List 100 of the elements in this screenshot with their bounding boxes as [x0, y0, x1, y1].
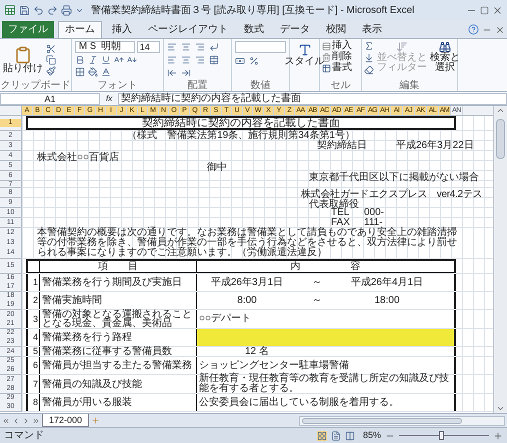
contact-label: TEL — [331, 208, 350, 218]
sheet-tab[interactable]: 172-000 — [42, 414, 90, 427]
delete-button[interactable]: 削除 — [322, 52, 359, 62]
page-layout-view-icon[interactable] — [330, 430, 341, 440]
sum-icon[interactable] — [364, 41, 374, 51]
merge-icon[interactable] — [209, 55, 219, 65]
redo-icon[interactable] — [47, 4, 58, 16]
scroll-down-icon[interactable] — [496, 404, 505, 413]
text-style-icon — [298, 43, 312, 57]
insert-function-button[interactable]: fx — [100, 92, 118, 104]
group-label: フォント — [96, 80, 138, 91]
align-right-icon[interactable] — [195, 55, 205, 65]
ribbon-tab[interactable]: 表示 — [356, 21, 388, 38]
insert-rows-icon — [322, 42, 331, 50]
save-icon[interactable] — [19, 4, 30, 16]
borders-icon[interactable] — [75, 67, 85, 77]
formula-field[interactable]: 契約締結時に契約の内容を記載した書面 — [118, 92, 507, 104]
group-label: 編集 — [398, 80, 420, 91]
ribbon-tab[interactable]: 数式 — [238, 21, 270, 38]
zoom-slider-thumb[interactable] — [439, 431, 444, 440]
print-icon[interactable] — [61, 4, 72, 16]
previous-sheet-icon[interactable] — [12, 416, 20, 424]
decrease-indent-icon[interactable] — [167, 68, 177, 78]
cut-icon[interactable] — [46, 44, 56, 54]
scroll-up-icon[interactable] — [496, 106, 505, 115]
font-name-field[interactable]: ＭＳ 明朝 — [75, 41, 135, 53]
close-workbook-icon[interactable] — [495, 24, 505, 34]
table-cell-text: 平成26年4月1日 — [350, 278, 424, 288]
table-cell: 5 — [28, 347, 40, 356]
client-name: 株式会社○○百貨店 — [37, 152, 120, 162]
format-painter-icon[interactable] — [46, 66, 56, 76]
vertical-scrollbar[interactable] — [493, 106, 507, 413]
increase-indent-icon[interactable] — [181, 68, 191, 78]
excel-icon[interactable] — [4, 4, 16, 16]
format-button[interactable]: 書式 — [322, 63, 359, 73]
address: 東京都千代田区以下に掲載がない場合 — [309, 172, 479, 182]
font-color-icon[interactable] — [101, 67, 111, 77]
table-cell: 4 — [28, 329, 40, 346]
table-cell-text: 新任教育・現任教育等の教育を受講し所定の知識及び技能を有する者とする。 — [198, 374, 450, 394]
table-cell-text: 12 名 — [244, 346, 270, 356]
ribbon-tab[interactable]: ホーム — [58, 21, 102, 38]
insert-button[interactable]: 挿入 — [322, 41, 359, 51]
ribbon-tab[interactable]: 校閲 — [320, 21, 352, 38]
grow-font-icon[interactable] — [114, 55, 124, 65]
close-icon[interactable] — [492, 4, 503, 16]
group-label: 配置 — [186, 80, 208, 91]
maximize-icon[interactable] — [480, 6, 489, 14]
horizontal-scrollbar[interactable] — [299, 416, 505, 426]
find-select-button[interactable]: 検索と 選択 — [430, 41, 460, 75]
table-cell: 3 — [28, 310, 40, 328]
table-icon — [322, 64, 331, 72]
last-sheet-icon[interactable] — [32, 416, 40, 424]
group-label: セル — [330, 80, 352, 91]
scroll-thumb[interactable] — [302, 418, 462, 424]
undo-icon[interactable] — [33, 4, 44, 16]
contact-label: FAX — [331, 218, 351, 228]
table-cell-text: ～ — [311, 296, 323, 306]
wrap-text-icon[interactable] — [209, 42, 219, 52]
first-sheet-icon[interactable] — [2, 416, 10, 424]
table-cell-text: ～ — [311, 278, 323, 288]
zoom-level[interactable]: 85% — [362, 431, 381, 440]
name-box[interactable]: A1 — [0, 92, 100, 104]
page-break-view-icon[interactable] — [344, 430, 355, 440]
zoom-in-icon[interactable] — [493, 430, 503, 440]
ribbon-tab[interactable]: 挿入 — [106, 21, 138, 38]
shrink-font-icon[interactable] — [127, 55, 137, 65]
paste-button[interactable]: 貼り付け — [3, 46, 43, 74]
contact-value: 111- — [364, 218, 383, 228]
underline-icon[interactable] — [101, 55, 111, 65]
align-left-icon[interactable] — [167, 55, 177, 65]
group-label: クリップボード — [0, 80, 71, 91]
contract-date: 平成26年3月22日 — [396, 140, 474, 150]
ribbon-tab[interactable]: ファイル — [2, 21, 54, 38]
percent-icon[interactable] — [249, 56, 259, 66]
ribbon-tab[interactable]: データ — [274, 21, 316, 38]
help-icon[interactable] — [468, 24, 479, 35]
number-format-field[interactable] — [235, 41, 286, 53]
styles-button[interactable]: スタイル — [284, 43, 324, 67]
table-cell: 1 — [28, 274, 40, 291]
font-size-field[interactable]: 14 — [136, 41, 160, 53]
clear-icon[interactable] — [364, 65, 374, 75]
table-cell-text: 8:00 — [236, 296, 258, 306]
next-sheet-icon[interactable] — [22, 416, 30, 424]
table-cell-text: 公安委員会に届出している制服を着用する。 — [198, 398, 400, 408]
normal-view-icon[interactable] — [316, 430, 327, 440]
contract-date-label: 契約締結日 — [317, 140, 368, 150]
currency-icon[interactable] — [235, 56, 245, 66]
scroll-thumb[interactable] — [496, 119, 505, 159]
table-cell-text: 18:00 — [373, 296, 401, 306]
bold-icon[interactable] — [75, 55, 85, 65]
table-cell: 6 — [28, 357, 40, 374]
italic-icon[interactable] — [88, 55, 98, 65]
ribbon-tab[interactable]: ページレイアウト — [142, 21, 234, 38]
table-cell: 7 — [28, 375, 40, 393]
sort-icon — [396, 41, 408, 53]
fill-icon[interactable] — [364, 53, 374, 63]
fill-color-icon[interactable] — [88, 67, 98, 77]
align-center-icon[interactable] — [181, 55, 191, 65]
copy-icon[interactable] — [46, 54, 56, 64]
group-label: 数値 — [250, 80, 272, 91]
